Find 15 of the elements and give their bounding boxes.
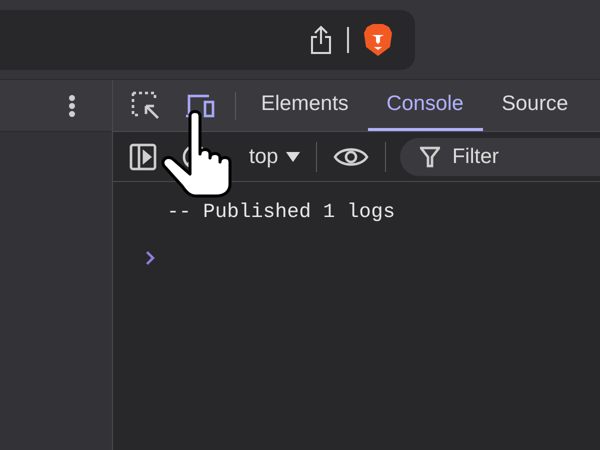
panel-tab[interactable]: Console bbox=[368, 80, 483, 131]
panel-tab[interactable]: Source bbox=[482, 80, 588, 131]
filter-field[interactable]: Filter bbox=[400, 138, 600, 176]
prompt-chevron-icon bbox=[145, 250, 155, 266]
caret-icon bbox=[286, 152, 300, 162]
filter-icon bbox=[420, 146, 440, 168]
share-icon[interactable] bbox=[309, 25, 333, 55]
lion-logo-icon[interactable] bbox=[363, 23, 393, 57]
address-bar[interactable] bbox=[0, 10, 415, 70]
panel-tab[interactable]: Elements bbox=[242, 80, 368, 131]
context-selector[interactable]: top bbox=[249, 140, 300, 172]
console-message: -- Published 1 logs bbox=[166, 200, 396, 226]
sidebar-toggle-icon[interactable] bbox=[129, 142, 157, 170]
inspect-element-icon[interactable] bbox=[131, 90, 161, 120]
more-options-icon[interactable] bbox=[68, 94, 76, 118]
